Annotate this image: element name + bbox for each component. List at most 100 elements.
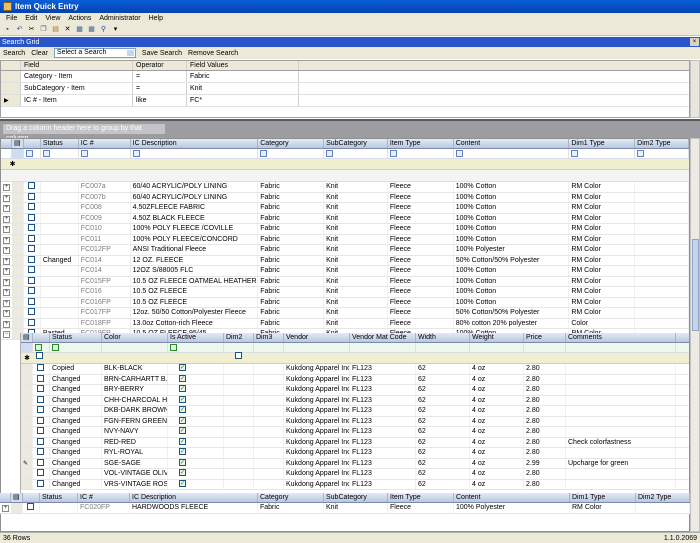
- cell-vendor[interactable]: Kukdong Apparel Inc.: [284, 406, 350, 416]
- cell-price[interactable]: 2.80: [524, 374, 566, 384]
- row-checkbox[interactable]: [37, 406, 44, 414]
- cell-status[interactable]: Changed: [50, 437, 102, 447]
- cell-status[interactable]: [41, 318, 79, 328]
- is-active-checkbox[interactable]: [179, 448, 186, 456]
- cell-subcategory[interactable]: Knit: [324, 255, 388, 265]
- cell-ic-description[interactable]: 10.5 OZ FLEECE: [131, 287, 259, 297]
- col-vendor-mat-code[interactable]: Vendor Mat Code: [350, 333, 416, 342]
- expand-icon[interactable]: +: [1, 245, 12, 255]
- cell-comments[interactable]: Upcharge for green: [566, 458, 676, 468]
- cell-content[interactable]: 100% Cotton: [454, 182, 570, 192]
- cell-vendor[interactable]: Kukdong Apparel Inc.: [284, 395, 350, 405]
- scrollbar-thumb[interactable]: [692, 239, 699, 331]
- cell-category[interactable]: Fabric: [258, 203, 325, 213]
- cell-dim2-type[interactable]: [635, 234, 689, 244]
- cell-subcategory[interactable]: Knit: [324, 234, 388, 244]
- cell-weight[interactable]: 4 oz: [470, 364, 524, 374]
- cell-width[interactable]: 62: [416, 374, 470, 384]
- child-filter-active[interactable]: [168, 343, 224, 352]
- expand-icon[interactable]: +: [1, 266, 12, 276]
- cell-dim2-type[interactable]: [636, 503, 690, 513]
- color-row[interactable]: ChangedNVY-NAVY Kukdong Apparel Inc.FL123…: [21, 427, 689, 438]
- row-checkbox-cell[interactable]: [23, 503, 40, 513]
- row-selector[interactable]: [11, 287, 24, 297]
- edit-pencil-icon[interactable]: ✎: [21, 458, 33, 468]
- row-selector[interactable]: [1, 83, 21, 94]
- item-row[interactable]: + FC009 4.50Z BLACK FLEECE Fabric Knit Fleece…: [1, 213, 689, 224]
- cell-category[interactable]: Fabric: [258, 297, 325, 307]
- child-filter-width[interactable]: [416, 343, 470, 352]
- cell-status[interactable]: [41, 276, 79, 286]
- item-row[interactable]: + FC010 100% POLY FLEECE /COVILLE Fabric Kni…: [1, 224, 689, 235]
- cell-vendor-mat-code[interactable]: FL123: [350, 374, 416, 384]
- filter-icon[interactable]: [42, 150, 50, 157]
- is-active-checkbox[interactable]: [179, 385, 186, 393]
- row-checkbox[interactable]: [27, 297, 35, 305]
- cell-category[interactable]: Fabric: [258, 192, 325, 202]
- cell-ic-description[interactable]: 60/40 ACRYLIC/POLY LINING: [131, 182, 259, 192]
- cell-dim1-type[interactable]: RM Color: [570, 503, 636, 513]
- row-checkbox-cell[interactable]: [24, 276, 41, 286]
- filter-toggle-icon[interactable]: [11, 149, 24, 158]
- expand-icon[interactable]: +: [1, 277, 12, 287]
- criteria-field[interactable]: Category - Item: [21, 71, 133, 82]
- filter-icon[interactable]: [132, 150, 140, 157]
- cell-dim1-type[interactable]: RM Color: [569, 308, 636, 318]
- cell-content[interactable]: 50% Cotton/50% Polyester: [454, 308, 570, 318]
- is-active-checkbox[interactable]: [179, 416, 186, 424]
- color-row[interactable]: ChangedRYL-ROYAL Kukdong Apparel Inc.FL12…: [21, 448, 689, 459]
- row-checkbox[interactable]: [37, 469, 44, 477]
- cell-status[interactable]: [41, 234, 79, 244]
- child-column-chooser-icon[interactable]: ▤: [21, 333, 33, 342]
- cell-subcategory[interactable]: Knit: [324, 182, 388, 192]
- cell-category[interactable]: Fabric: [258, 224, 325, 234]
- is-active-checkbox[interactable]: [179, 395, 186, 403]
- cell-dim3[interactable]: [254, 395, 284, 405]
- cell-ic-description[interactable]: ANSI Traditional Fleece: [131, 245, 259, 255]
- cell-is-active[interactable]: [168, 395, 224, 405]
- col-subcategory[interactable]: SubCategory: [324, 139, 388, 148]
- save-icon[interactable]: ▪: [3, 25, 12, 34]
- cell-status[interactable]: [41, 287, 79, 297]
- cell-width[interactable]: 62: [416, 385, 470, 395]
- filter-icon[interactable]: [455, 150, 463, 157]
- cell-price[interactable]: 2.80: [524, 416, 566, 426]
- cell-content[interactable]: 100% Polyester: [454, 245, 570, 255]
- cell-color[interactable]: BRN-CARHARTT B...: [102, 374, 168, 384]
- cell-is-active[interactable]: [168, 385, 224, 395]
- cell-width[interactable]: 62: [416, 448, 470, 458]
- row-selector[interactable]: [11, 297, 24, 307]
- row-checkbox-cell[interactable]: [24, 287, 41, 297]
- filter-itemtype[interactable]: [388, 149, 454, 158]
- filter-content[interactable]: [454, 149, 570, 158]
- cell-status[interactable]: Changed: [50, 458, 102, 468]
- cell-status[interactable]: Changed: [50, 385, 102, 395]
- close-icon[interactable]: ×: [690, 38, 699, 46]
- cell-ic-number[interactable]: FC011: [79, 234, 131, 244]
- row-selector[interactable]: [11, 308, 24, 318]
- cell-category[interactable]: Fabric: [258, 245, 325, 255]
- cell-status[interactable]: [41, 245, 79, 255]
- item-row[interactable]: + FC014 12OZ S/88005 FLC Fabric Knit Fleece 10…: [1, 266, 689, 277]
- row-checkbox[interactable]: [37, 374, 44, 382]
- cell-color[interactable]: BRY-BERRY: [102, 385, 168, 395]
- cell-dim3[interactable]: [254, 479, 284, 489]
- is-active-checkbox[interactable]: [179, 374, 186, 382]
- cell-price[interactable]: 2.80: [524, 395, 566, 405]
- row-selector[interactable]: [11, 245, 24, 255]
- cell-status[interactable]: Changed: [50, 395, 102, 405]
- row-checkbox[interactable]: [27, 245, 35, 253]
- cell-ic-description[interactable]: 100% POLY FLEECE/CONCORD: [131, 234, 259, 244]
- color-row[interactable]: ChangedBRN-CARHARTT B... Kukdong Apparel …: [21, 374, 689, 385]
- cell-item-type[interactable]: Fleece: [388, 297, 454, 307]
- cell-color[interactable]: NVY-NAVY: [102, 427, 168, 437]
- cell-price[interactable]: 2.80: [524, 448, 566, 458]
- cell-status[interactable]: Changed: [50, 406, 102, 416]
- child-filter-price[interactable]: [524, 343, 566, 352]
- cell-dim2[interactable]: [224, 448, 254, 458]
- child-filter-comments[interactable]: [566, 343, 676, 352]
- cell-color[interactable]: FGN-FERN GREEN: [102, 416, 168, 426]
- row-checkbox[interactable]: [27, 182, 35, 190]
- criteria-row[interactable]: SubCategory - Item = Knit: [1, 83, 689, 95]
- search-select[interactable]: Select a Search: [53, 48, 136, 58]
